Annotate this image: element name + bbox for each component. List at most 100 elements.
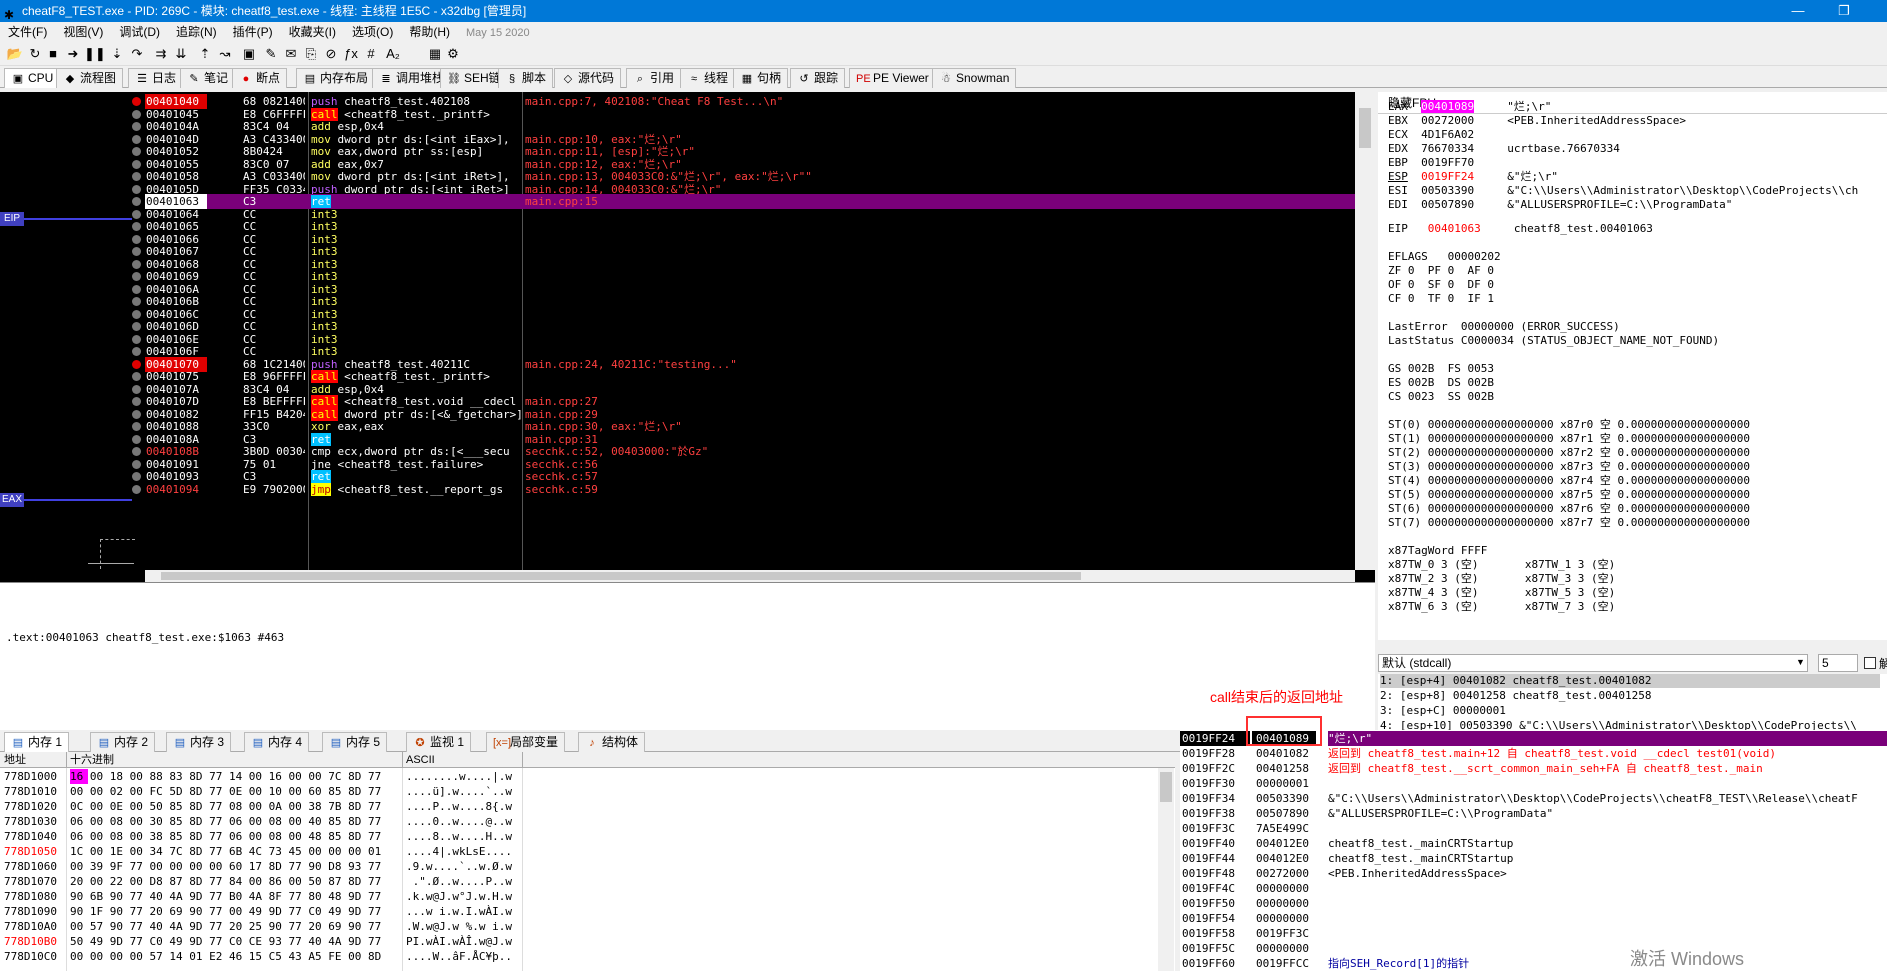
breakpoint-marker[interactable]: [132, 347, 141, 356]
register-value[interactable]: 00507890: [1421, 198, 1474, 211]
bookmark-icon[interactable]: ⊘: [322, 45, 340, 63]
tab-memory-map[interactable]: ▤ 内存布局: [296, 68, 376, 88]
breakpoint-marker[interactable]: [132, 222, 141, 231]
call-argument-row[interactable]: 1: [esp+4] 00401082 cheatf8_test.0040108…: [1380, 674, 1880, 688]
register-value[interactable]: 00503390: [1421, 184, 1474, 197]
tab-内存 5[interactable]: ▤ 内存 5: [322, 732, 388, 752]
breakpoint-marker[interactable]: [132, 297, 141, 306]
run-to-user-code-icon[interactable]: ↝: [216, 45, 234, 63]
breakpoint-marker[interactable]: [132, 472, 141, 481]
breakpoint-marker[interactable]: [132, 484, 141, 494]
stack-row[interactable]: 0019FF58 0019FF3C: [1180, 926, 1887, 941]
menu-item[interactable]: 插件(P): [225, 22, 281, 42]
register-value[interactable]: 0019FF70: [1421, 156, 1474, 169]
menu-item[interactable]: 帮助(H): [401, 22, 458, 42]
call-argument-row[interactable]: 2: [esp+8] 00401258 cheatf8_test.0040125…: [1380, 689, 1652, 703]
disasm-horizontal-scrollbar[interactable]: [145, 570, 1355, 582]
settings-icon[interactable]: ⚙: [444, 45, 462, 63]
pause-icon[interactable]: ❚❚: [84, 45, 106, 63]
scylla-icon[interactable]: ▣: [240, 45, 258, 63]
open-icon[interactable]: 📂: [6, 45, 24, 63]
stack-row[interactable]: 0019FF2C 00401258 返回到 cheatf8_test.__scrt_…: [1180, 761, 1887, 776]
breakpoint-marker[interactable]: [132, 147, 141, 156]
memory-dump[interactable]: 地址 十六进制 ASCII 778D1000 16 00 18 00 88 83 …: [0, 752, 1175, 971]
breakpoint-marker[interactable]: [132, 122, 141, 131]
calculator-icon[interactable]: ▦: [426, 45, 444, 63]
argument-count-spinner[interactable]: 5: [1818, 654, 1858, 672]
tab-threads[interactable]: ≈ 线程: [680, 68, 736, 88]
tab-内存 2[interactable]: ▤ 内存 2: [90, 732, 156, 752]
tab-内存 4[interactable]: ▤ 内存 4: [244, 732, 310, 752]
breakpoint-marker[interactable]: [132, 109, 141, 119]
breakpoint-marker[interactable]: [132, 322, 141, 331]
tab-监视 1[interactable]: ✪ 监视 1: [406, 732, 472, 752]
register-value[interactable]: 76670334: [1421, 142, 1474, 155]
breakpoint-marker[interactable]: [132, 434, 141, 444]
menu-item[interactable]: 调试(D): [111, 22, 168, 42]
tab-内存 1[interactable]: ▤ 内存 1: [4, 732, 70, 752]
breakpoint-marker[interactable]: [132, 197, 141, 206]
unlock-checkbox[interactable]: [1864, 657, 1876, 669]
hash-icon[interactable]: #: [362, 45, 380, 63]
breakpoint-marker[interactable]: [132, 447, 141, 456]
call-arguments-list[interactable]: 1: [esp+4] 00401082 cheatf8_test.0040108…: [1378, 674, 1887, 732]
label-icon[interactable]: ⎘: [302, 45, 320, 63]
breakpoint-marker[interactable]: [132, 372, 141, 381]
tab-snowman[interactable]: ☃ Snowman: [932, 68, 1017, 88]
comment-icon[interactable]: ✉: [282, 45, 300, 63]
menu-item[interactable]: 选项(O): [344, 22, 401, 42]
disasm-row[interactable]: 00401094 E9 79020000 jmp <cheatf8_test.__r…: [145, 482, 1355, 497]
stop-icon[interactable]: ■: [44, 45, 62, 63]
step-over-icon[interactable]: ↷: [128, 45, 146, 63]
step-into-icon[interactable]: ⇣: [108, 45, 126, 63]
tab-source[interactable]: ◇ 源代码: [554, 68, 622, 88]
stack-view[interactable]: 0019FF24 00401089 "烂;\r" 0019FF28 00401082 返回…: [1180, 730, 1887, 971]
maximize-button[interactable]: ❐: [1821, 0, 1867, 22]
breakpoint-marker[interactable]: [132, 272, 141, 281]
menu-item[interactable]: 追踪(N): [168, 22, 225, 42]
stack-row[interactable]: 0019FF44 004012E0 cheatf8_test._mainCRTSta…: [1180, 851, 1887, 866]
breakpoint-marker[interactable]: [132, 422, 141, 431]
breakpoint-marker[interactable]: [132, 259, 141, 269]
run-icon[interactable]: ➜: [64, 45, 82, 63]
restart-icon[interactable]: ↻: [26, 45, 44, 63]
stack-row[interactable]: 0019FF48 00272000 <PEB.InheritedAddressSpa…: [1180, 866, 1887, 881]
tab-trace[interactable]: ↺ 跟踪: [790, 68, 846, 88]
stack-row[interactable]: 0019FF30 00000001: [1180, 776, 1887, 791]
menu-item[interactable]: 文件(F): [0, 22, 55, 42]
function-icon[interactable]: ƒx: [342, 45, 360, 63]
tab-cpu[interactable]: ▣ CPU: [4, 68, 61, 88]
breakpoint-marker[interactable]: [132, 409, 141, 419]
stack-row[interactable]: 0019FF50 00000000: [1180, 896, 1887, 911]
breakpoint-marker[interactable]: [132, 247, 141, 256]
strings-icon[interactable]: A₂: [384, 45, 402, 63]
execute-till-return-icon[interactable]: ⇡: [196, 45, 214, 63]
breakpoint-marker[interactable]: [132, 159, 141, 169]
tab-script[interactable]: § 脚本: [498, 68, 554, 88]
calling-convention-select[interactable]: 默认 (stdcall): [1378, 654, 1808, 672]
tab-notes[interactable]: ✎ 笔记: [180, 68, 236, 88]
disasm-vertical-scrollbar[interactable]: [1355, 92, 1375, 570]
tab-graph[interactable]: ◆ 流程图: [56, 68, 124, 88]
minimize-button[interactable]: —: [1775, 0, 1821, 22]
breakpoint-marker[interactable]: [132, 209, 141, 219]
stack-row[interactable]: 0019FF54 00000000: [1180, 911, 1887, 926]
stack-row[interactable]: 0019FF4C 00000000: [1180, 881, 1887, 896]
breakpoint-marker[interactable]: [132, 309, 141, 319]
menu-item[interactable]: 视图(V): [55, 22, 111, 42]
patch-icon[interactable]: ✎: [262, 45, 280, 63]
breakpoint-marker[interactable]: [132, 172, 141, 181]
disassembly-view[interactable]: 0040104068 08214000push cheatf8_test.402…: [145, 92, 1355, 570]
register-value[interactable]: 00401063: [1428, 222, 1481, 235]
breakpoint-marker[interactable]: [132, 97, 141, 106]
breakpoint-marker[interactable]: [132, 284, 141, 294]
breakpoint-marker[interactable]: [132, 459, 141, 469]
stack-row[interactable]: 0019FF5C 00000000: [1180, 941, 1887, 956]
breakpoint-marker[interactable]: [132, 234, 141, 244]
stack-row[interactable]: 0019FF60 0019FFCC 指向SEH_Record[1]的指针: [1180, 956, 1887, 971]
breakpoint-marker[interactable]: [132, 397, 141, 406]
call-argument-row[interactable]: 3: [esp+C] 00000001: [1380, 704, 1506, 718]
breakpoint-marker[interactable]: [132, 134, 141, 144]
stack-row[interactable]: 0019FF38 00507890 &"ALLUSERSPROFILE=C:\\Pr…: [1180, 806, 1887, 821]
register-value[interactable]: 0019FF24: [1421, 170, 1474, 183]
